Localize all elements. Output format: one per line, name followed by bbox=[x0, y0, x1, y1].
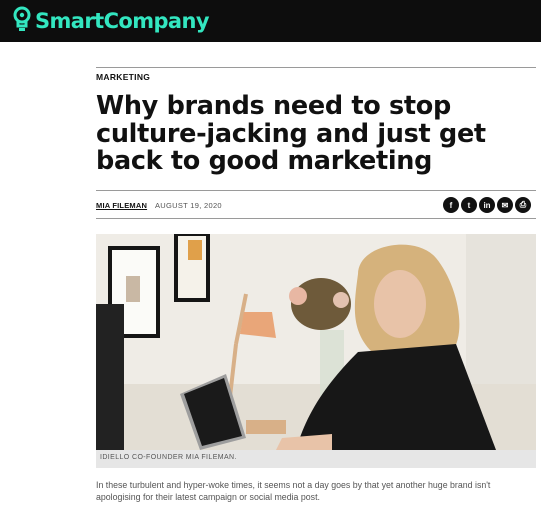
divider bbox=[96, 190, 536, 191]
brand-name: SmartCompany bbox=[35, 9, 210, 33]
divider bbox=[96, 218, 536, 219]
email-icon[interactable]: ✉ bbox=[497, 197, 513, 213]
site-logo-link[interactable]: SmartCompany bbox=[12, 6, 210, 37]
article-lede: In these turbulent and hyper-woke times,… bbox=[96, 480, 491, 502]
category-link[interactable]: MARKETING bbox=[96, 72, 150, 82]
caption-bar: IDIELLO CO-FOUNDER MIA FILEMAN. bbox=[96, 450, 536, 468]
article-photo bbox=[96, 234, 536, 450]
image-caption: IDIELLO CO-FOUNDER MIA FILEMAN. bbox=[100, 454, 237, 461]
publish-date: AUGUST 19, 2020 bbox=[155, 201, 222, 210]
print-icon[interactable]: ⎙ bbox=[515, 197, 531, 213]
article-headline: Why brands need to stop culture-jacking … bbox=[96, 91, 486, 176]
facebook-icon[interactable]: f bbox=[443, 197, 459, 213]
share-buttons: f t in ✉ ⎙ bbox=[443, 197, 531, 213]
lightbulb-icon bbox=[12, 6, 35, 37]
linkedin-icon[interactable]: in bbox=[479, 197, 495, 213]
site-header: SmartCompany bbox=[0, 0, 541, 42]
twitter-icon[interactable]: t bbox=[461, 197, 477, 213]
author-link[interactable]: MIA FILEMAN bbox=[96, 201, 147, 210]
divider bbox=[96, 67, 536, 68]
